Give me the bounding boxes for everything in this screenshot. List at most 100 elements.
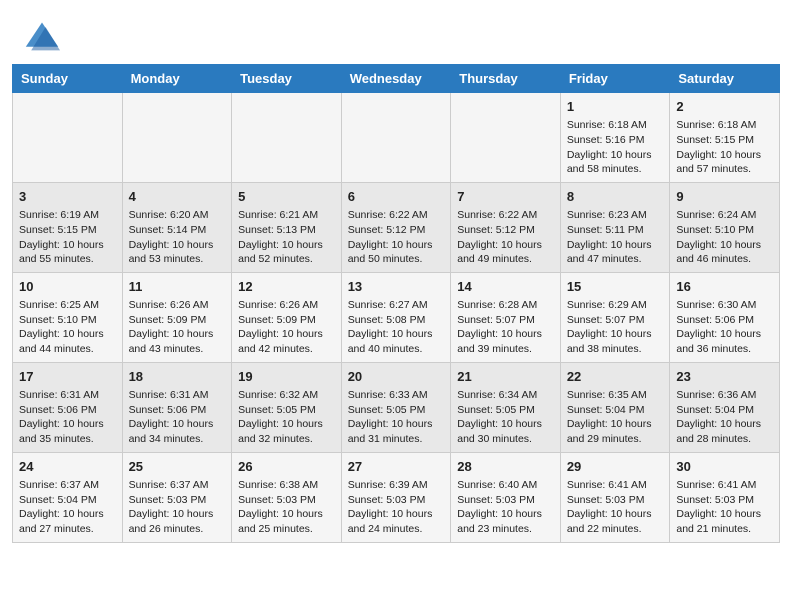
calendar-cell: 10Sunrise: 6:25 AMSunset: 5:10 PMDayligh… — [13, 272, 123, 362]
calendar-cell: 11Sunrise: 6:26 AMSunset: 5:09 PMDayligh… — [122, 272, 232, 362]
calendar-cell — [451, 93, 561, 183]
day-info-line: Sunset: 5:09 PM — [238, 313, 335, 328]
calendar-cell: 8Sunrise: 6:23 AMSunset: 5:11 PMDaylight… — [560, 182, 670, 272]
day-info-line: and 52 minutes. — [238, 252, 335, 267]
logo-icon — [24, 18, 60, 54]
day-info-line: and 49 minutes. — [457, 252, 554, 267]
day-info-line: Sunrise: 6:25 AM — [19, 298, 116, 313]
day-info-line: Sunrise: 6:26 AM — [238, 298, 335, 313]
day-number: 28 — [457, 458, 554, 476]
day-info-line: Sunset: 5:06 PM — [129, 403, 226, 418]
weekday-wednesday: Wednesday — [341, 65, 451, 93]
day-info-line: Daylight: 10 hours — [676, 238, 773, 253]
day-number: 9 — [676, 188, 773, 206]
day-info-line: and 38 minutes. — [567, 342, 664, 357]
page-header — [0, 0, 792, 64]
day-info-line: and 21 minutes. — [676, 522, 773, 537]
day-info-line: Sunrise: 6:41 AM — [676, 478, 773, 493]
day-info-line: Daylight: 10 hours — [567, 507, 664, 522]
day-info-line: Daylight: 10 hours — [348, 507, 445, 522]
day-number: 23 — [676, 368, 773, 386]
day-info-line: and 28 minutes. — [676, 432, 773, 447]
day-number: 18 — [129, 368, 226, 386]
day-info-line: Sunset: 5:12 PM — [348, 223, 445, 238]
day-info-line: and 23 minutes. — [457, 522, 554, 537]
day-info-line: Daylight: 10 hours — [348, 238, 445, 253]
weekday-sunday: Sunday — [13, 65, 123, 93]
day-number: 5 — [238, 188, 335, 206]
calendar-cell: 22Sunrise: 6:35 AMSunset: 5:04 PMDayligh… — [560, 362, 670, 452]
day-number: 4 — [129, 188, 226, 206]
day-info-line: and 24 minutes. — [348, 522, 445, 537]
day-number: 27 — [348, 458, 445, 476]
day-info-line: and 53 minutes. — [129, 252, 226, 267]
day-info-line: Sunset: 5:03 PM — [457, 493, 554, 508]
day-info-line: Sunrise: 6:27 AM — [348, 298, 445, 313]
day-number: 17 — [19, 368, 116, 386]
logo — [24, 18, 64, 54]
week-row-1: 3Sunrise: 6:19 AMSunset: 5:15 PMDaylight… — [13, 182, 780, 272]
day-info-line: Sunrise: 6:39 AM — [348, 478, 445, 493]
day-info-line: and 47 minutes. — [567, 252, 664, 267]
weekday-tuesday: Tuesday — [232, 65, 342, 93]
day-info-line: Daylight: 10 hours — [567, 148, 664, 163]
day-info-line: Sunset: 5:04 PM — [19, 493, 116, 508]
day-info-line: Daylight: 10 hours — [567, 417, 664, 432]
day-info-line: Daylight: 10 hours — [676, 327, 773, 342]
calendar-cell — [13, 93, 123, 183]
calendar-cell — [122, 93, 232, 183]
day-number: 6 — [348, 188, 445, 206]
day-info-line: and 43 minutes. — [129, 342, 226, 357]
day-number: 26 — [238, 458, 335, 476]
day-info-line: Sunrise: 6:37 AM — [129, 478, 226, 493]
day-info-line: and 57 minutes. — [676, 162, 773, 177]
calendar-cell: 20Sunrise: 6:33 AMSunset: 5:05 PMDayligh… — [341, 362, 451, 452]
calendar-table: SundayMondayTuesdayWednesdayThursdayFrid… — [12, 64, 780, 543]
calendar-cell: 7Sunrise: 6:22 AMSunset: 5:12 PMDaylight… — [451, 182, 561, 272]
day-info-line: and 55 minutes. — [19, 252, 116, 267]
calendar-cell: 6Sunrise: 6:22 AMSunset: 5:12 PMDaylight… — [341, 182, 451, 272]
day-number: 21 — [457, 368, 554, 386]
day-info-line: Sunrise: 6:29 AM — [567, 298, 664, 313]
day-info-line: Sunrise: 6:41 AM — [567, 478, 664, 493]
day-info-line: Daylight: 10 hours — [19, 238, 116, 253]
calendar-cell: 1Sunrise: 6:18 AMSunset: 5:16 PMDaylight… — [560, 93, 670, 183]
weekday-header-row: SundayMondayTuesdayWednesdayThursdayFrid… — [13, 65, 780, 93]
day-info-line: Sunrise: 6:35 AM — [567, 388, 664, 403]
day-number: 29 — [567, 458, 664, 476]
day-info-line: Sunset: 5:07 PM — [567, 313, 664, 328]
calendar-cell: 29Sunrise: 6:41 AMSunset: 5:03 PMDayligh… — [560, 452, 670, 542]
day-info-line: Daylight: 10 hours — [19, 327, 116, 342]
day-info-line: Daylight: 10 hours — [457, 507, 554, 522]
day-info-line: Daylight: 10 hours — [457, 327, 554, 342]
week-row-2: 10Sunrise: 6:25 AMSunset: 5:10 PMDayligh… — [13, 272, 780, 362]
day-number: 11 — [129, 278, 226, 296]
day-info-line: and 32 minutes. — [238, 432, 335, 447]
day-info-line: Daylight: 10 hours — [676, 417, 773, 432]
calendar-cell — [341, 93, 451, 183]
day-info-line: Sunrise: 6:21 AM — [238, 208, 335, 223]
day-info-line: Sunset: 5:11 PM — [567, 223, 664, 238]
calendar-cell: 27Sunrise: 6:39 AMSunset: 5:03 PMDayligh… — [341, 452, 451, 542]
day-info-line: Sunset: 5:12 PM — [457, 223, 554, 238]
day-info-line: Sunrise: 6:36 AM — [676, 388, 773, 403]
day-number: 14 — [457, 278, 554, 296]
day-info-line: Sunrise: 6:22 AM — [457, 208, 554, 223]
day-info-line: Sunrise: 6:20 AM — [129, 208, 226, 223]
calendar-cell — [232, 93, 342, 183]
day-info-line: Sunrise: 6:34 AM — [457, 388, 554, 403]
day-info-line: Daylight: 10 hours — [238, 507, 335, 522]
day-number: 25 — [129, 458, 226, 476]
day-info-line: and 39 minutes. — [457, 342, 554, 357]
calendar-cell: 12Sunrise: 6:26 AMSunset: 5:09 PMDayligh… — [232, 272, 342, 362]
calendar-cell: 3Sunrise: 6:19 AMSunset: 5:15 PMDaylight… — [13, 182, 123, 272]
day-info-line: Daylight: 10 hours — [348, 417, 445, 432]
day-info-line: and 35 minutes. — [19, 432, 116, 447]
day-info-line: and 42 minutes. — [238, 342, 335, 357]
day-info-line: Daylight: 10 hours — [129, 417, 226, 432]
day-info-line: and 31 minutes. — [348, 432, 445, 447]
day-info-line: Sunrise: 6:30 AM — [676, 298, 773, 313]
day-info-line: and 26 minutes. — [129, 522, 226, 537]
calendar-cell: 17Sunrise: 6:31 AMSunset: 5:06 PMDayligh… — [13, 362, 123, 452]
day-info-line: Sunset: 5:05 PM — [348, 403, 445, 418]
